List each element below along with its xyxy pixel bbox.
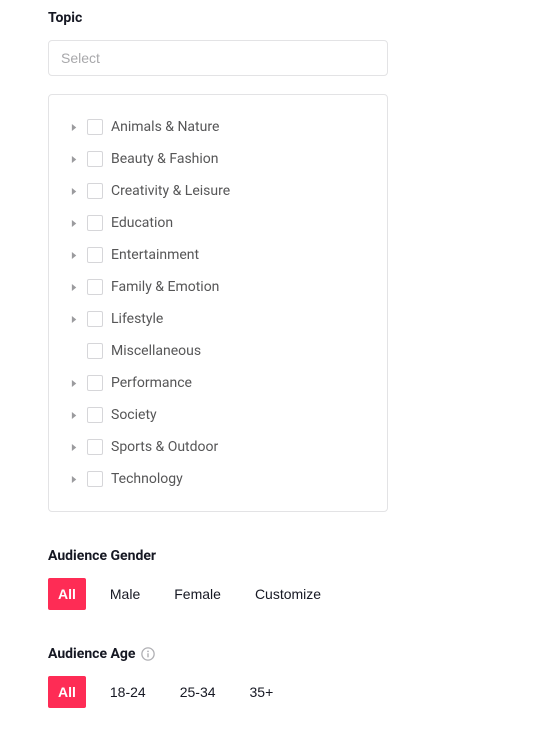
topic-checkbox[interactable] <box>87 119 103 135</box>
topic-item[interactable]: Sports & Outdoor <box>69 431 367 463</box>
topic-checkbox[interactable] <box>87 247 103 263</box>
gender-option[interactable]: Female <box>164 578 231 610</box>
chevron-right-icon[interactable] <box>69 122 79 132</box>
topic-title: Topic <box>48 10 497 26</box>
gender-section: Audience Gender All Male Female Customize <box>48 548 497 610</box>
chevron-right-icon[interactable] <box>69 314 79 324</box>
topic-label: Lifestyle <box>111 311 163 327</box>
topic-section: Topic Animals & Nature Beauty & Fashion Cr… <box>48 10 497 512</box>
age-option[interactable]: All <box>48 676 86 708</box>
topic-label: Family & Emotion <box>111 279 219 295</box>
chevron-right-icon[interactable] <box>69 442 79 452</box>
chevron-right-icon[interactable] <box>69 282 79 292</box>
topic-label: Miscellaneous <box>111 343 201 359</box>
age-title-text: Audience Age <box>48 646 135 662</box>
topic-checkbox[interactable] <box>87 311 103 327</box>
age-section: Audience Age All 18-24 25-34 35+ <box>48 646 497 708</box>
topic-label: Technology <box>111 471 183 487</box>
topic-item[interactable]: Miscellaneous <box>69 335 367 367</box>
topic-item[interactable]: Performance <box>69 367 367 399</box>
gender-option[interactable]: Customize <box>245 578 331 610</box>
age-title: Audience Age <box>48 646 497 662</box>
topic-label: Sports & Outdoor <box>111 439 218 455</box>
topic-checkbox[interactable] <box>87 375 103 391</box>
topic-item[interactable]: Lifestyle <box>69 303 367 335</box>
topic-label: Animals & Nature <box>111 119 219 135</box>
chevron-right-icon[interactable] <box>69 186 79 196</box>
chevron-right-icon[interactable] <box>69 154 79 164</box>
topic-checkbox[interactable] <box>87 151 103 167</box>
topic-label: Society <box>111 407 157 423</box>
chevron-right-icon[interactable] <box>69 250 79 260</box>
topic-label: Creativity & Leisure <box>111 183 230 199</box>
topic-select-input[interactable] <box>48 40 388 76</box>
topic-checkbox[interactable] <box>87 471 103 487</box>
topic-checkbox[interactable] <box>87 279 103 295</box>
topic-item[interactable]: Family & Emotion <box>69 271 367 303</box>
topic-label: Education <box>111 215 173 231</box>
topic-checkbox[interactable] <box>87 407 103 423</box>
age-option[interactable]: 35+ <box>240 676 284 708</box>
topic-checkbox[interactable] <box>87 215 103 231</box>
gender-title: Audience Gender <box>48 548 497 564</box>
topic-checkbox[interactable] <box>87 343 103 359</box>
topic-item[interactable]: Entertainment <box>69 239 367 271</box>
age-option[interactable]: 18-24 <box>100 676 156 708</box>
topic-panel: Animals & Nature Beauty & Fashion Creativi… <box>48 94 388 512</box>
chevron-right-icon[interactable] <box>69 474 79 484</box>
chevron-right-icon[interactable] <box>69 378 79 388</box>
topic-checkbox[interactable] <box>87 439 103 455</box>
age-options: All 18-24 25-34 35+ <box>48 676 497 708</box>
chevron-right-icon[interactable] <box>69 218 79 228</box>
gender-options: All Male Female Customize <box>48 578 497 610</box>
gender-option[interactable]: Male <box>100 578 150 610</box>
info-icon <box>141 647 155 661</box>
gender-option[interactable]: All <box>48 578 86 610</box>
age-option[interactable]: 25-34 <box>170 676 226 708</box>
topic-item[interactable]: Creativity & Leisure <box>69 175 367 207</box>
topic-label: Performance <box>111 375 192 391</box>
topic-item[interactable]: Society <box>69 399 367 431</box>
topic-label: Entertainment <box>111 247 199 263</box>
topic-label: Beauty & Fashion <box>111 151 219 167</box>
topic-item[interactable]: Education <box>69 207 367 239</box>
topic-checkbox[interactable] <box>87 183 103 199</box>
topic-item[interactable]: Technology <box>69 463 367 495</box>
topic-item[interactable]: Beauty & Fashion <box>69 143 367 175</box>
chevron-right-icon[interactable] <box>69 410 79 420</box>
topic-item[interactable]: Animals & Nature <box>69 111 367 143</box>
